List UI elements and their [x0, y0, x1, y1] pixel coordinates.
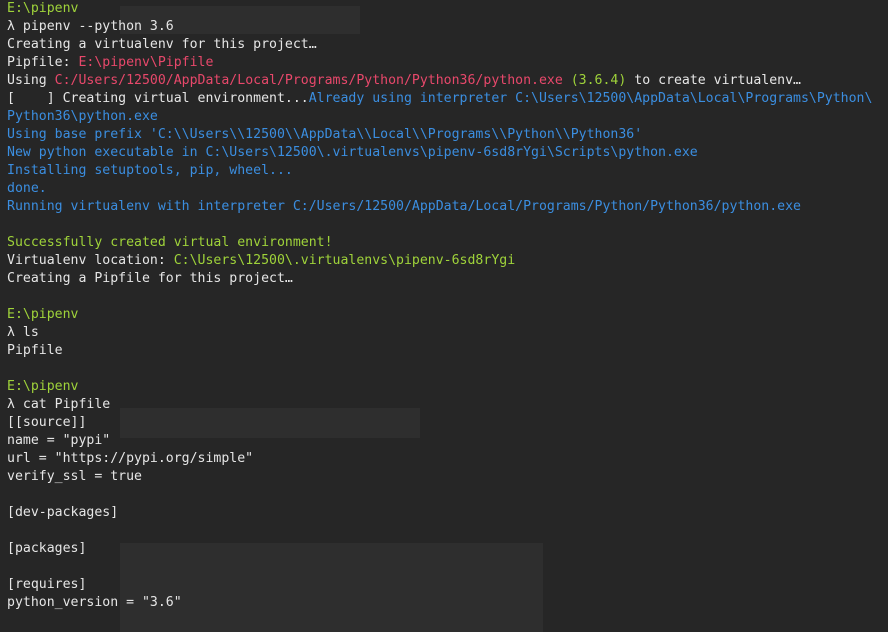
terminal-line: python_version = "3.6" — [7, 594, 885, 612]
terminal-text-segment: (3.6.4) — [562, 73, 627, 88]
terminal-line: url = "https://pypi.org/simple" — [7, 450, 885, 468]
terminal-line: E:\pipenv — [7, 306, 885, 324]
terminal-line: Python36\python.exe — [7, 108, 885, 126]
terminal-text-segment: C:/Users/12500/AppData/Local/Programs/Py… — [54, 73, 563, 88]
terminal-line: λ pipenv --python 3.6 — [7, 18, 885, 36]
terminal-line: [requires] — [7, 576, 885, 594]
terminal-line: λ cat Pipfile — [7, 396, 885, 414]
terminal-text-segment: C:\Users\12500\.virtualenvs\pipenv-6sd8r… — [173, 253, 516, 268]
terminal-text-segment: E:\pipenv — [7, 307, 79, 322]
terminal-text-segment: Already using interpreter C:\Users\12500… — [308, 91, 873, 106]
terminal-line: name = "pypi" — [7, 432, 885, 450]
terminal-text-segment: [ ] Creating virtual environment... — [7, 91, 309, 106]
terminal-text-segment: Successfully created virtual environment… — [7, 235, 333, 250]
terminal-text-segment: Python36\python.exe — [7, 109, 158, 124]
terminal-text-segment: Installing setuptools, pip, wheel... — [7, 163, 293, 178]
terminal-line: E:\pipenv — [7, 378, 885, 396]
terminal-line: [ ] Creating virtual environment...Alrea… — [7, 90, 885, 108]
terminal-text-segment: [packages] — [7, 541, 87, 556]
terminal-line: E:\pipenv — [7, 0, 885, 18]
terminal-text-segment: name = "pypi" — [7, 433, 111, 448]
terminal-line: Virtualenv location: C:\Users\12500\.vir… — [7, 252, 885, 270]
terminal-line: done. — [7, 180, 885, 198]
terminal-text-segment: λ ls — [7, 325, 39, 340]
terminal-text-segment: Using — [7, 73, 55, 88]
terminal-text-segment: E:\pipenv\Pipfile — [78, 55, 214, 70]
terminal-text-segment: λ pipenv --python 3.6 — [7, 19, 174, 34]
terminal-text-segment: E:\pipenv — [7, 379, 79, 394]
terminal-text-segment: Creating a virtualenv for this project… — [7, 37, 317, 52]
terminal-text-segment: done. — [7, 181, 47, 196]
terminal-line: Creating a virtualenv for this project… — [7, 36, 885, 54]
terminal-text-segment: Running virtualenv with interpreter C:/U… — [7, 199, 801, 214]
terminal-text-segment: url = "https://pypi.org/simple" — [7, 451, 254, 466]
terminal-text-segment: Using base prefix 'C:\\Users\\12500\\App… — [7, 127, 643, 142]
terminal-text-segment: Pipfile — [7, 343, 63, 358]
terminal-line: Creating a Pipfile for this project… — [7, 270, 885, 288]
terminal-text-segment: Creating a Pipfile for this project… — [7, 271, 293, 286]
terminal-text-segment: E:\pipenv — [7, 1, 79, 16]
terminal-text-segment: λ cat Pipfile — [7, 397, 111, 412]
terminal-text-segment: to create virtualenv… — [626, 73, 801, 88]
terminal-line: Installing setuptools, pip, wheel... — [7, 162, 885, 180]
terminal-text-segment: verify_ssl = true — [7, 469, 142, 484]
terminal-line: [dev-packages] — [7, 504, 885, 522]
terminal-line: λ ls — [7, 324, 885, 342]
terminal-line: Successfully created virtual environment… — [7, 234, 885, 252]
terminal-text-segment: python_version = "3.6" — [7, 595, 182, 610]
terminal-text-segment: Pipfile: — [7, 55, 79, 70]
terminal-line: New python executable in C:\Users\12500\… — [7, 144, 885, 162]
terminal-text-segment: [[source]] — [7, 415, 87, 430]
terminal-line: Pipfile: E:\pipenv\Pipfile — [7, 54, 885, 72]
terminal-text-segment: Virtualenv location: — [7, 253, 174, 268]
terminal-line: Pipfile — [7, 342, 885, 360]
terminal-text-segment: New python executable in C:\Users\12500\… — [7, 145, 698, 160]
terminal-line: Running virtualenv with interpreter C:/U… — [7, 198, 885, 216]
terminal-line: [[source]] — [7, 414, 885, 432]
terminal-text-segment: [requires] — [7, 577, 87, 592]
terminal-line: verify_ssl = true — [7, 468, 885, 486]
terminal-line: Using C:/Users/12500/AppData/Local/Progr… — [7, 72, 885, 90]
terminal-output[interactable]: E:\pipenv λ pipenv --python 3.6 Creating a… — [7, 0, 885, 612]
terminal-text-segment: [dev-packages] — [7, 505, 119, 520]
terminal-line: [packages] — [7, 540, 885, 558]
terminal-line: Using base prefix 'C:\\Users\\12500\\App… — [7, 126, 885, 144]
